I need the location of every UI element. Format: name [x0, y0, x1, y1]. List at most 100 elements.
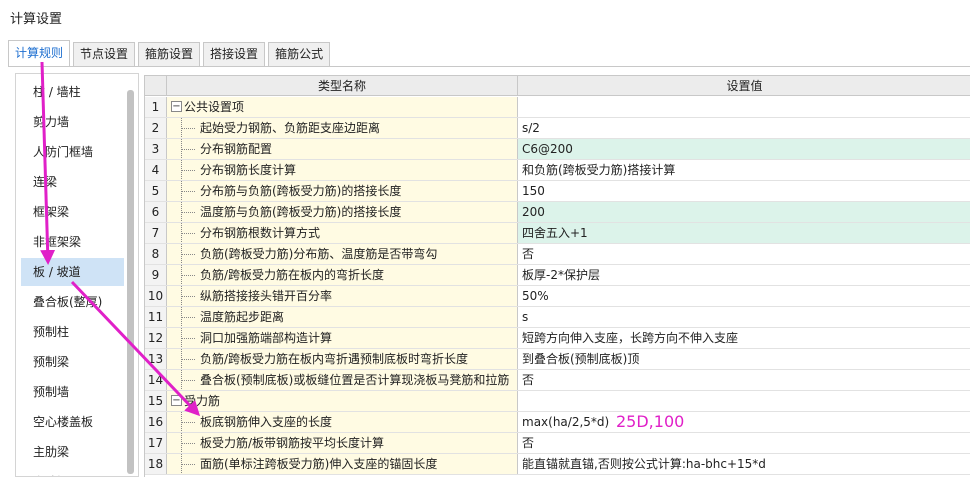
row-number: 1: [145, 97, 167, 117]
setting-value-cell[interactable]: [518, 97, 970, 117]
sidebar-item-shear-wall[interactable]: 剪力墙: [21, 108, 124, 136]
sidebar-item-precast-beam[interactable]: 预制梁: [21, 348, 124, 376]
type-name-cell: 起始受力钢筋、负筋距支座边距离: [167, 118, 518, 138]
type-name-label: 板底钢筋伸入支座的长度: [200, 415, 333, 429]
type-name-label: 分布钢筋配置: [200, 142, 273, 156]
table-row[interactable]: 7 分布钢筋根数计算方式 四舍五入+1: [145, 223, 970, 244]
type-name-label: 公共设置项: [184, 100, 245, 114]
type-name-label: 温度筋与负筋(跨板受力筋)的搭接长度: [200, 205, 402, 219]
collapse-icon[interactable]: −: [171, 395, 182, 406]
table-row[interactable]: 13 负筋/跨板受力筋在板内弯折遇预制底板时弯折长度 到叠合板(预制底板)顶: [145, 349, 970, 370]
tree-connector: [181, 380, 195, 381]
row-number: 12: [145, 328, 167, 348]
setting-value-cell[interactable]: 150: [518, 181, 970, 201]
table-row[interactable]: 5 分布筋与负筋(跨板受力筋)的搭接长度 150: [145, 181, 970, 202]
collapse-icon[interactable]: −: [171, 101, 182, 112]
table-row[interactable]: 1− 公共设置项: [145, 97, 970, 118]
type-name-label: 负筋/跨板受力筋在板内弯折遇预制底板时弯折长度: [200, 352, 469, 366]
sidebar-item-precast-wall[interactable]: 预制墙: [21, 378, 124, 406]
type-name-cell: 分布钢筋长度计算: [167, 160, 518, 180]
table-row[interactable]: 4 分布钢筋长度计算 和负筋(跨板受力筋)搭接计算: [145, 160, 970, 181]
sidebar-item-hollow-floor[interactable]: 空心楼盖板: [21, 408, 124, 436]
setting-value-cell[interactable]: 板厚-2*保护层: [518, 265, 970, 285]
type-name-cell: 洞口加强筋端部构造计算: [167, 328, 518, 348]
type-name-cell: 分布钢筋根数计算方式: [167, 223, 518, 243]
table-row[interactable]: 18 面筋(单标注跨板受力筋)伸入支座的锚固长度 能直锚就直锚,否则按公式计算:ha…: [145, 454, 970, 475]
setting-value-cell[interactable]: s: [518, 307, 970, 327]
sidebar-item-secondary-rib-beam[interactable]: 次肋梁: [21, 468, 124, 476]
sidebar-item-main-rib-beam[interactable]: 主肋梁: [21, 438, 124, 466]
header-corner: [145, 76, 167, 96]
tree-connector: [181, 317, 195, 318]
setting-value-cell[interactable]: 短跨方向伸入支座，长跨方向不伸入支座: [518, 328, 970, 348]
setting-value-cell[interactable]: 200: [518, 202, 970, 222]
row-number: 17: [145, 433, 167, 453]
table-row[interactable]: 17 板受力筋/板带钢筋按平均长度计算 否: [145, 433, 970, 454]
tab-divider: [8, 66, 970, 67]
table-row[interactable]: 12 洞口加强筋端部构造计算 短跨方向伸入支座，长跨方向不伸入支座: [145, 328, 970, 349]
table-header: 类型名称 设置值: [145, 76, 970, 96]
row-number: 8: [145, 244, 167, 264]
setting-value-cell[interactable]: s/2: [518, 118, 970, 138]
tab-stirrup-formula[interactable]: 箍筋公式: [268, 42, 331, 66]
type-name-label: 分布钢筋根数计算方式: [200, 226, 321, 240]
row-number: 16: [145, 412, 167, 432]
sidebar-item-frame-beam[interactable]: 框架梁: [21, 198, 124, 226]
table-row[interactable]: 16 板底钢筋伸入支座的长度 max(ha/2,5*d): [145, 412, 970, 433]
setting-value-cell[interactable]: 和负筋(跨板受力筋)搭接计算: [518, 160, 970, 180]
tab-calc-rules[interactable]: 计算规则: [8, 40, 71, 66]
sidebar-item-precast-column[interactable]: 预制柱: [21, 318, 124, 346]
type-name-label: 温度筋起步距离: [200, 310, 285, 324]
tree-connector: [181, 296, 195, 297]
sidebar-scrollbar[interactable]: [127, 90, 134, 474]
table-row[interactable]: 11 温度筋起步距离 s: [145, 307, 970, 328]
table-row[interactable]: 3 分布钢筋配置 C6@200: [145, 139, 970, 160]
tree-connector: [181, 443, 195, 444]
table-row[interactable]: 6 温度筋与负筋(跨板受力筋)的搭接长度 200: [145, 202, 970, 223]
tab-node-settings[interactable]: 节点设置: [73, 42, 136, 66]
setting-value-cell[interactable]: 否: [518, 244, 970, 264]
settings-table: 类型名称 设置值 1− 公共设置项 2 起始受力钢筋、负筋距支座边距离 s/2 3 分布钢筋…: [144, 75, 970, 477]
setting-value-cell[interactable]: max(ha/2,5*d): [518, 412, 970, 432]
row-number: 15: [145, 391, 167, 411]
type-name-cell: 负筋/跨板受力筋在板内弯折遇预制底板时弯折长度: [167, 349, 518, 369]
table-row[interactable]: 10 纵筋搭接接头错开百分率 50%: [145, 286, 970, 307]
setting-value-cell[interactable]: 能直锚就直锚,否则按公式计算:ha-bhc+15*d: [518, 454, 970, 474]
type-name-cell: 叠合板(预制底板)或板缝位置是否计算现浇板马凳筋和拉筋: [167, 370, 518, 390]
setting-value-cell[interactable]: [518, 391, 970, 411]
setting-value-cell[interactable]: 50%: [518, 286, 970, 306]
setting-value-cell[interactable]: 四舍五入+1: [518, 223, 970, 243]
row-number: 9: [145, 265, 167, 285]
type-name-label: 分布钢筋长度计算: [200, 163, 297, 177]
setting-value-cell[interactable]: C6@200: [518, 139, 970, 159]
table-row[interactable]: 8 负筋(跨板受力筋)分布筋、温度筋是否带弯勾 否: [145, 244, 970, 265]
sidebar-item-civil-defense-door-wall[interactable]: 人防门框墙: [21, 138, 124, 166]
table-row[interactable]: 9 负筋/跨板受力筋在板内的弯折长度 板厚-2*保护层: [145, 265, 970, 286]
type-name-cell: 负筋/跨板受力筋在板内的弯折长度: [167, 265, 518, 285]
type-name-label: 起始受力钢筋、负筋距支座边距离: [200, 121, 381, 135]
group-name-cell: − 受力筋: [167, 391, 518, 411]
tree-connector: [181, 464, 195, 465]
sidebar-item-composite-slab[interactable]: 叠合板(整厚): [21, 288, 124, 316]
table-row[interactable]: 14 叠合板(预制底板)或板缝位置是否计算现浇板马凳筋和拉筋否: [145, 370, 970, 391]
type-name-label: 板受力筋/板带钢筋按平均长度计算: [200, 436, 385, 450]
setting-value-cell[interactable]: 否: [518, 433, 970, 453]
table-row[interactable]: 15− 受力筋: [145, 391, 970, 412]
type-name-cell: 面筋(单标注跨板受力筋)伸入支座的锚固长度: [167, 454, 518, 474]
sidebar-item-slab[interactable]: 板 / 坡道: [21, 258, 124, 286]
type-name-label: 受力筋: [184, 394, 221, 408]
tab-stirrup-settings[interactable]: 箍筋设置: [138, 42, 201, 66]
row-number: 18: [145, 454, 167, 474]
row-number: 5: [145, 181, 167, 201]
tree-connector: [181, 149, 195, 150]
type-name-label: 纵筋搭接接头错开百分率: [200, 289, 333, 303]
tab-lap-settings[interactable]: 搭接设置: [203, 42, 266, 66]
sidebar-item-non-frame-beam[interactable]: 非框架梁: [21, 228, 124, 256]
type-name-label: 面筋(单标注跨板受力筋)伸入支座的锚固长度: [200, 457, 438, 471]
sidebar-item-coupling-beam[interactable]: 连梁: [21, 168, 124, 196]
type-name-cell: 板底钢筋伸入支座的长度: [167, 412, 518, 432]
setting-value-cell[interactable]: 否: [518, 370, 970, 390]
sidebar-item-column[interactable]: 柱 / 墙柱: [21, 78, 124, 106]
table-row[interactable]: 2 起始受力钢筋、负筋距支座边距离 s/2: [145, 118, 970, 139]
setting-value-cell[interactable]: 到叠合板(预制底板)顶: [518, 349, 970, 369]
